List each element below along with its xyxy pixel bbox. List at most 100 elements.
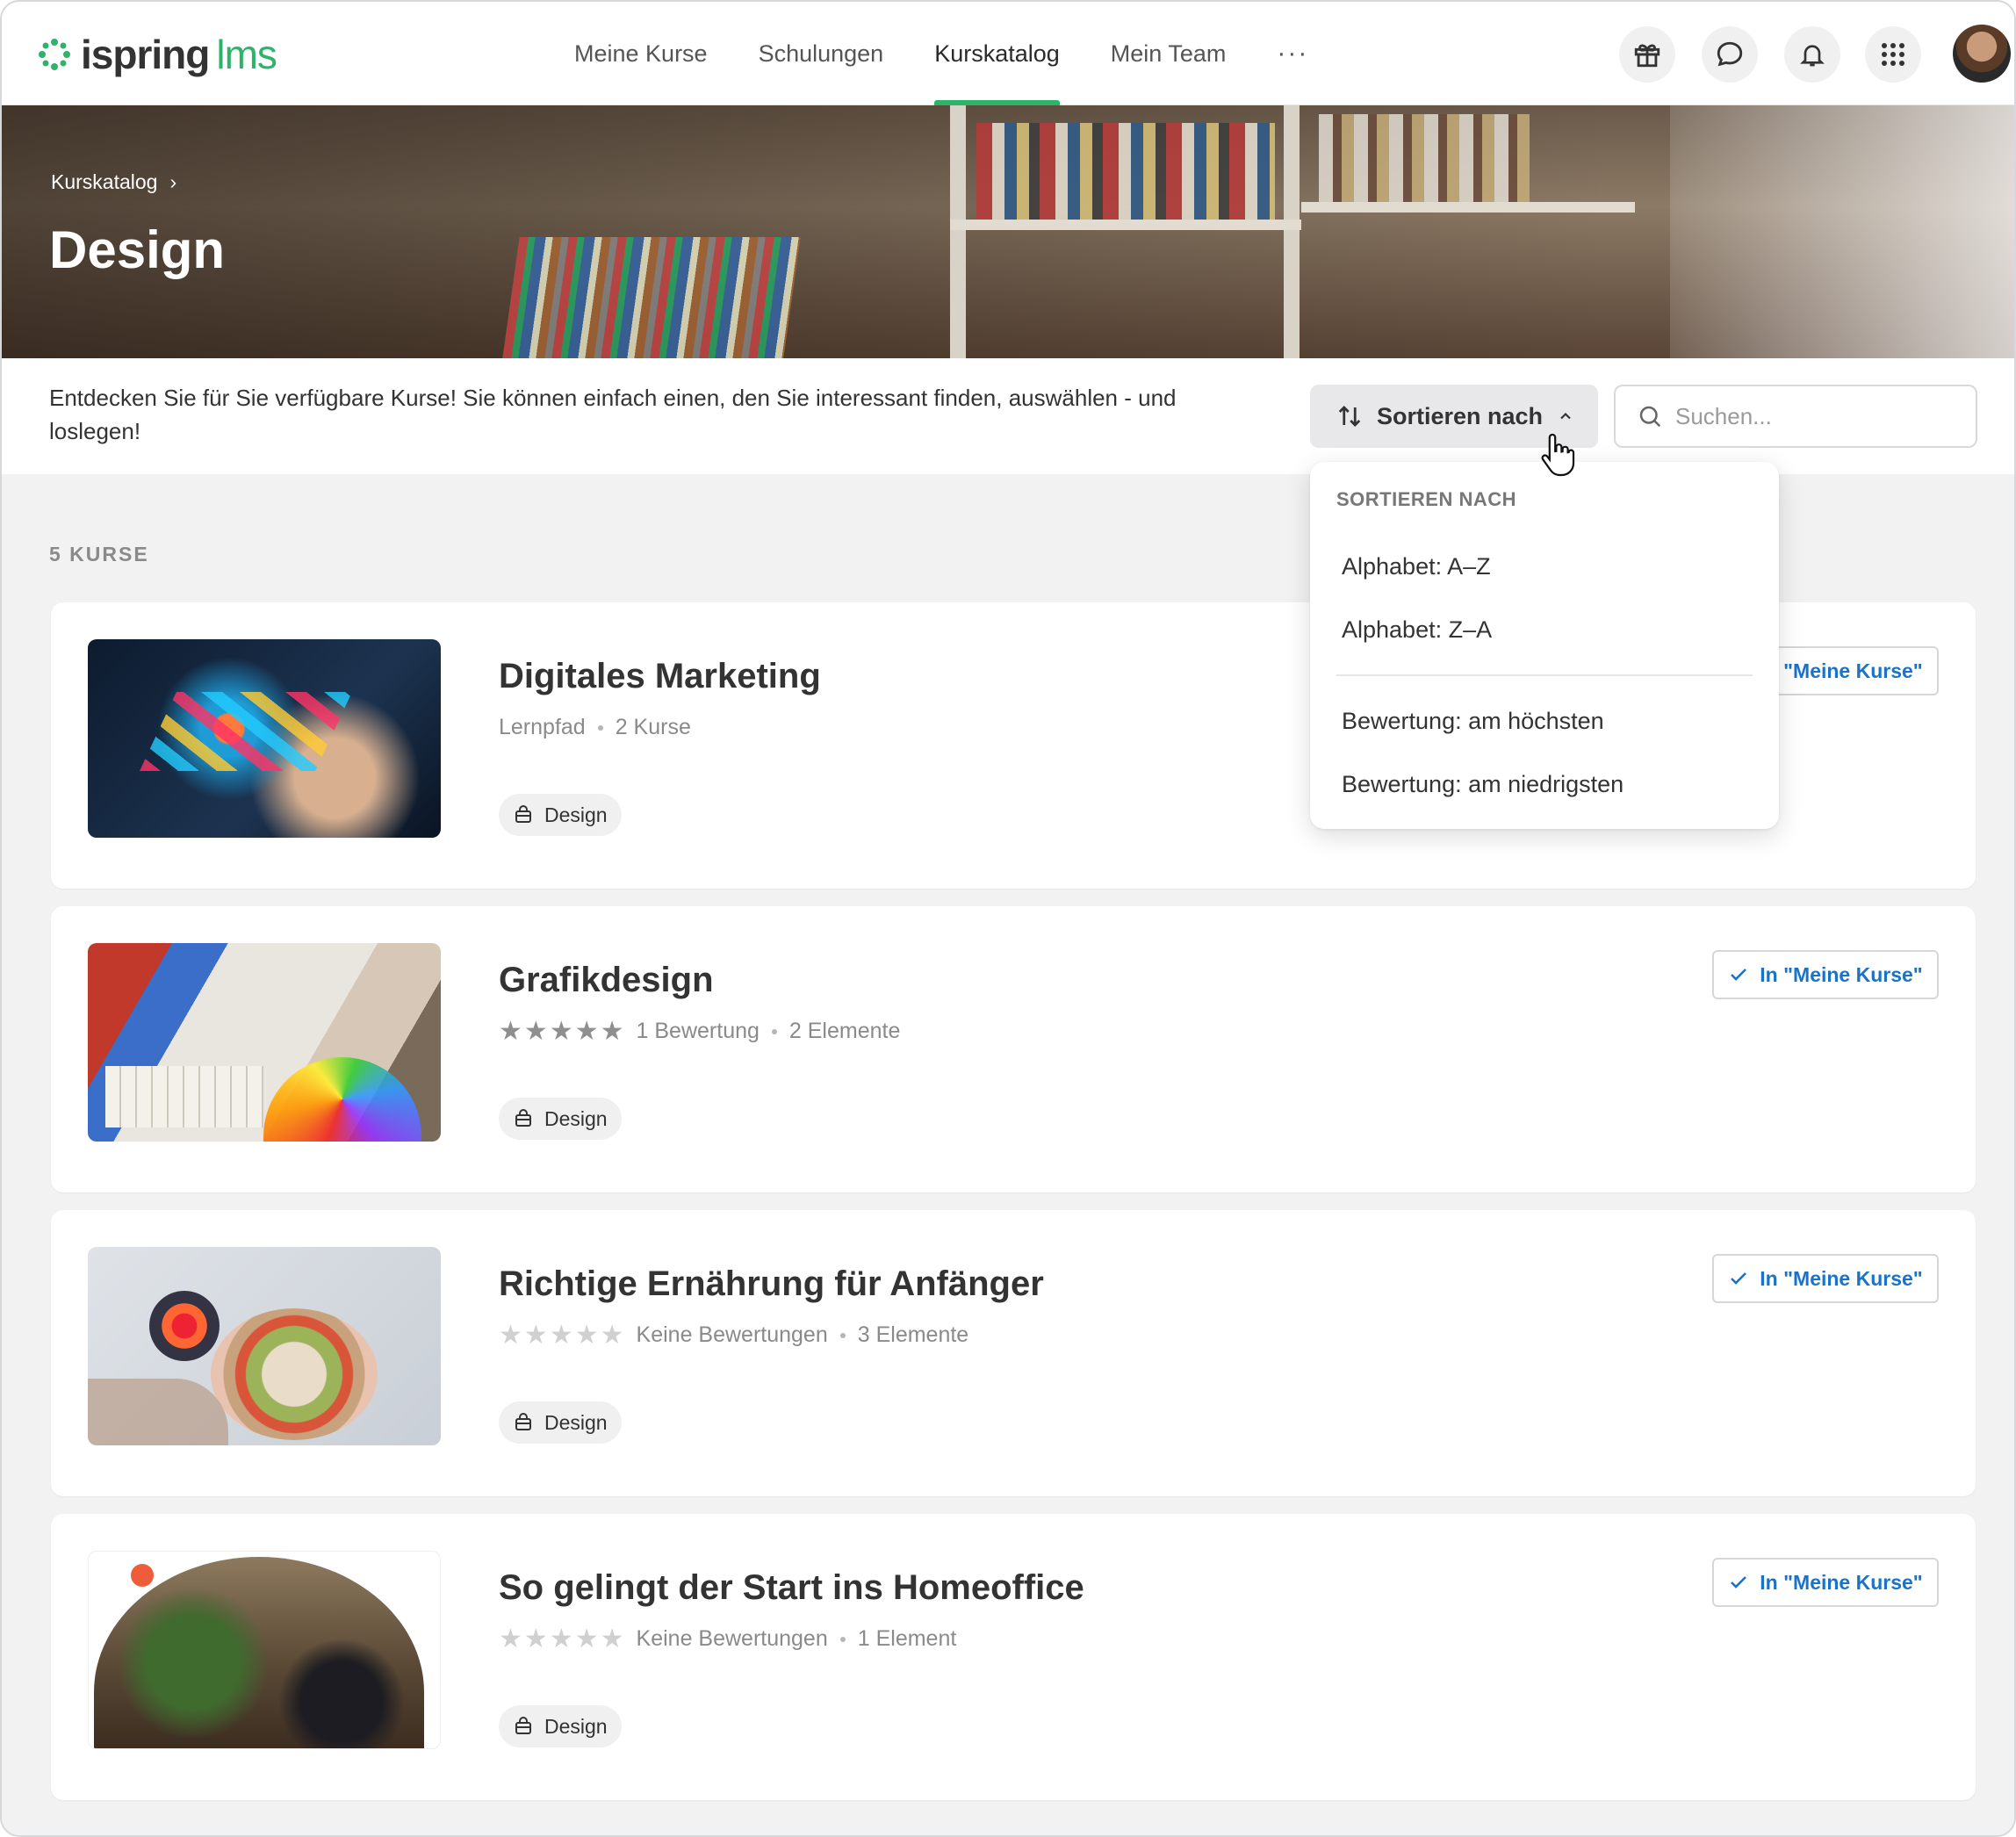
shelf-decoration [950, 220, 1301, 230]
sort-option-alphabet-desc[interactable]: Alphabet: Z–A [1342, 616, 1492, 644]
meta-separator [839, 1636, 846, 1642]
course-title[interactable]: Grafikdesign [499, 961, 714, 1000]
star-icon: ★ [600, 1016, 624, 1046]
nav-meine-kurse[interactable]: Meine Kurse [574, 2, 708, 105]
in-meine-kurse-label: In "Meine Kurse" [1760, 1570, 1923, 1594]
star-icon: ★ [499, 1624, 522, 1653]
category-tag[interactable]: Design [499, 794, 622, 836]
star-icon: ★ [600, 1624, 624, 1653]
nav-mein-team[interactable]: Mein Team [1111, 2, 1227, 105]
rating-count: Keine Bewertungen [636, 1322, 828, 1347]
star-icon: ★ [499, 1320, 522, 1350]
in-meine-kurse-button[interactable]: In "Meine Kurse" [1712, 1254, 1939, 1303]
notifications-button[interactable] [1784, 26, 1840, 83]
hand-pointer-icon [1541, 433, 1575, 477]
search-box [1614, 385, 1977, 448]
chevron-right-icon: › [169, 170, 177, 193]
thumbnail-shapes [131, 1564, 154, 1587]
meta-separator [839, 1332, 846, 1338]
more-nav-icon[interactable]: ··· [1277, 39, 1308, 68]
rating-stars: ★ ★ ★ ★ ★ [499, 1320, 624, 1350]
hero-banner: Kurskatalog › Design [2, 105, 2014, 358]
dropdown-divider [1336, 674, 1753, 676]
rating-stars: ★ ★ ★ ★ ★ [499, 1016, 624, 1046]
category-tag[interactable]: Design [499, 1401, 622, 1444]
course-card[interactable]: Grafikdesign ★ ★ ★ ★ ★ 1 Bewertung 2 Ele… [51, 906, 1976, 1192]
apps-grid-icon [1882, 43, 1904, 66]
top-header: ispring lms Meine Kurse Schulungen Kurska… [2, 2, 2014, 105]
search-icon [1639, 406, 1661, 428]
nav-kurskatalog[interactable]: Kurskatalog [934, 2, 1060, 105]
sort-option-rating-high[interactable]: Bewertung: am höchsten [1342, 708, 1604, 735]
course-item-count: 1 Element [857, 1626, 957, 1651]
breadcrumb: Kurskatalog › [51, 170, 176, 194]
star-icon: ★ [549, 1320, 573, 1350]
breadcrumb-link-kurskatalog[interactable]: Kurskatalog [51, 170, 157, 194]
chevron-up-icon [1560, 412, 1571, 420]
dropdown-heading: SORTIEREN NACH [1336, 488, 1517, 510]
books-decoration [976, 123, 1275, 220]
checkmark-icon [1731, 1272, 1747, 1285]
checkmark-icon [1731, 969, 1747, 981]
page-title: Design [49, 220, 226, 279]
course-meta: Lernpfad 2 Kurse [499, 715, 691, 740]
category-tag-label: Design [544, 803, 608, 826]
course-thumbnail [88, 943, 441, 1142]
shelf-decoration [950, 105, 966, 358]
gift-button[interactable] [1619, 26, 1675, 83]
course-meta: ★ ★ ★ ★ ★ Keine Bewertungen 3 Elemente [499, 1322, 968, 1348]
star-icon: ★ [523, 1624, 548, 1653]
main-nav: Meine Kurse Schulungen Kurskatalog Mein … [574, 2, 1308, 105]
star-icon: ★ [523, 1320, 548, 1350]
ispring-logo[interactable]: ispring lms [37, 28, 277, 81]
meta-separator [771, 1028, 777, 1034]
sort-option-rating-low[interactable]: Bewertung: am niedrigsten [1342, 771, 1624, 798]
sort-dropdown-menu: SORTIEREN NACH Alphabet: A–Z Alphabet: Z… [1310, 462, 1779, 829]
sort-arrows-icon [1338, 406, 1361, 427]
category-icon [515, 805, 531, 823]
search-input[interactable] [1675, 402, 1956, 430]
sort-option-alphabet-asc[interactable]: Alphabet: A–Z [1342, 553, 1491, 580]
chat-button[interactable] [1702, 26, 1758, 83]
course-title[interactable]: Digitales Marketing [499, 657, 821, 696]
star-icon: ★ [574, 1016, 599, 1046]
chat-icon [1717, 41, 1743, 67]
course-meta: ★ ★ ★ ★ ★ 1 Bewertung 2 Elemente [499, 1016, 901, 1046]
category-tag[interactable]: Design [499, 1098, 622, 1140]
books-decoration [1319, 114, 1530, 202]
course-title[interactable]: Richtige Ernährung für Anfänger [499, 1264, 1044, 1304]
in-meine-kurse-label: In "Meine Kurse" [1760, 659, 1923, 682]
course-item-count: 3 Elemente [857, 1322, 969, 1347]
star-icon: ★ [600, 1320, 624, 1350]
in-meine-kurse-button[interactable]: In "Meine Kurse" [1712, 1558, 1939, 1607]
thumbnail-shapes [211, 1308, 378, 1440]
category-tag-label: Design [544, 1714, 608, 1738]
in-meine-kurse-label: In "Meine Kurse" [1760, 962, 1923, 986]
star-icon: ★ [499, 1016, 522, 1046]
thumbnail-shapes [140, 692, 352, 771]
user-avatar[interactable] [1953, 25, 2011, 83]
in-meine-kurse-button[interactable]: In "Meine Kurse" [1712, 950, 1939, 999]
catalog-toolbar: Entdecken Sie für Sie verfügbare Kurse! … [2, 358, 2014, 474]
category-tag[interactable]: Design [499, 1705, 622, 1747]
nav-schulungen[interactable]: Schulungen [759, 2, 884, 105]
logo-text: ispring lms [81, 32, 277, 77]
logo-flower-icon [39, 39, 70, 70]
course-count: 5 KURSE [49, 543, 149, 566]
thumbnail-shapes [88, 1379, 228, 1445]
app-window: ispring lms Meine Kurse Schulungen Kurska… [0, 0, 2016, 1837]
category-icon [515, 1413, 531, 1430]
apps-button[interactable] [1865, 26, 1921, 83]
course-card[interactable]: So gelingt der Start ins Homeoffice ★ ★ … [51, 1514, 1976, 1800]
in-meine-kurse-label: In "Meine Kurse" [1760, 1266, 1923, 1290]
star-icon: ★ [549, 1624, 573, 1653]
course-title[interactable]: So gelingt der Start ins Homeoffice [499, 1568, 1084, 1608]
course-item-count: 2 Elemente [788, 1019, 901, 1043]
course-meta: ★ ★ ★ ★ ★ Keine Bewertungen 1 Element [499, 1624, 957, 1653]
course-card[interactable]: Richtige Ernährung für Anfänger ★ ★ ★ ★ … [51, 1210, 1976, 1496]
shelf-decoration [1301, 202, 1635, 213]
gift-icon [1634, 44, 1660, 68]
checkmark-icon [1731, 1576, 1747, 1588]
course-type: Lernpfad [499, 715, 586, 739]
bell-icon [1800, 45, 1825, 67]
